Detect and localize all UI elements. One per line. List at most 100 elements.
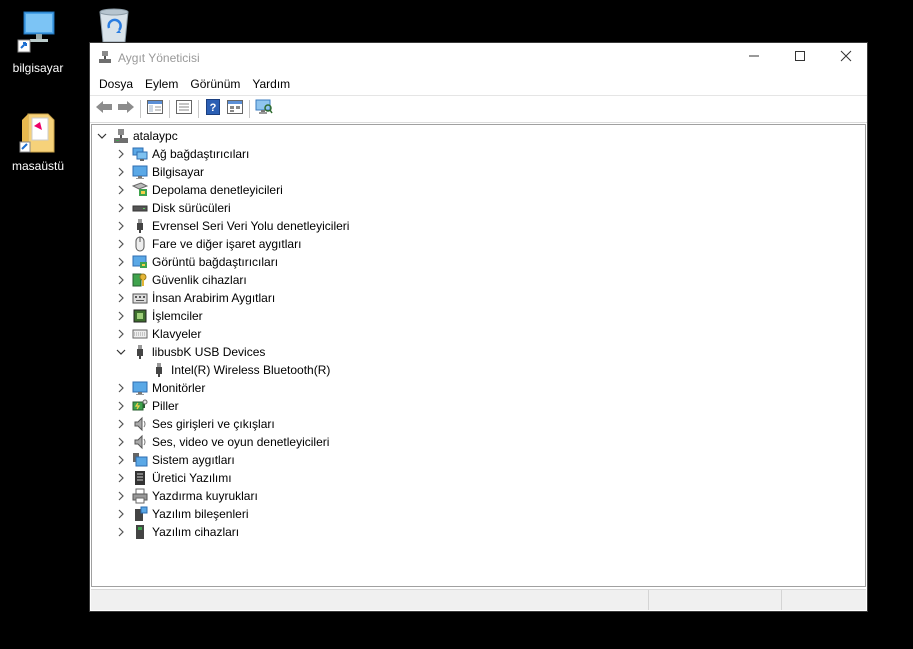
display-adapter-icon <box>132 254 148 270</box>
show-hide-console-tree-button[interactable] <box>144 98 166 120</box>
desktop-icon-recycle-bin[interactable] <box>76 8 152 45</box>
console-view-icon <box>227 99 243 119</box>
tree-item-processors[interactable]: İşlemciler <box>114 307 203 325</box>
tree-item-intel-bluetooth[interactable]: Intel(R) Wireless Bluetooth(R) <box>133 361 330 379</box>
chevron-right-icon[interactable] <box>114 289 128 307</box>
console-view-button[interactable] <box>224 98 246 120</box>
forward-button[interactable] <box>115 98 137 120</box>
chevron-right-icon[interactable] <box>114 433 128 451</box>
software-device-icon <box>132 524 148 540</box>
chevron-right-icon[interactable] <box>114 235 128 253</box>
tree-item-network-adapters[interactable]: Ağ bağdaştırıcıları <box>114 145 249 163</box>
tree-item-monitors[interactable]: Monitörler <box>114 379 205 397</box>
tree-item-keyboards[interactable]: Klavyeler <box>114 325 201 343</box>
chevron-right-icon[interactable] <box>114 271 128 289</box>
chevron-down-icon[interactable] <box>114 343 128 361</box>
desktop-icon-label: masaüstü <box>11 159 65 173</box>
tree-item-hid[interactable]: İnsan Arabirim Aygıtları <box>114 289 275 307</box>
tree-item-software-devices[interactable]: Yazılım cihazları <box>114 523 239 541</box>
tree-item-libusbk[interactable]: libusbK USB Devices <box>114 343 265 361</box>
toolbar-separator <box>140 100 141 118</box>
tree-root[interactable]: atalaypc <box>95 127 178 145</box>
tree-item-disk-drives[interactable]: Disk sürücüleri <box>114 199 231 217</box>
tree-item-software-components[interactable]: Yazılım bileşenleri <box>114 505 248 523</box>
properties-button[interactable] <box>173 98 195 120</box>
tree-item-security-devices[interactable]: Güvenlik cihazları <box>114 271 247 289</box>
tree-item-usb-controllers[interactable]: Evrensel Seri Veri Yolu denetleyicileri <box>114 217 349 235</box>
chevron-right-icon[interactable] <box>114 181 128 199</box>
scan-hardware-icon <box>255 99 273 120</box>
chevron-right-icon[interactable] <box>114 379 128 397</box>
firmware-icon <box>132 470 148 486</box>
tree-item-mice[interactable]: Fare ve diğer işaret aygıtları <box>114 235 301 253</box>
toolbar: ? <box>90 95 867 123</box>
tree-item-computer[interactable]: Bilgisayar <box>114 163 204 181</box>
tree-item-label: Disk sürücüleri <box>152 201 231 215</box>
disk-drive-icon <box>132 200 148 216</box>
chevron-right-icon[interactable] <box>114 451 128 469</box>
chevron-right-icon[interactable] <box>114 307 128 325</box>
chevron-right-icon[interactable] <box>114 163 128 181</box>
tree-item-audio-io[interactable]: Ses girişleri ve çıkışları <box>114 415 275 433</box>
tree-item-label: libusbK USB Devices <box>152 345 266 359</box>
chevron-right-icon[interactable] <box>114 217 128 235</box>
menu-view[interactable]: Görünüm <box>184 73 246 95</box>
menu-action[interactable]: Eylem <box>139 73 184 95</box>
tree-item-sound-video-game[interactable]: Ses, video ve oyun denetleyicileri <box>114 433 329 451</box>
chevron-right-icon[interactable] <box>114 253 128 271</box>
chevron-right-icon[interactable] <box>114 415 128 433</box>
tree-item-firmware[interactable]: Üretici Yazılımı <box>114 469 232 487</box>
toolbar-separator <box>169 100 170 118</box>
menu-bar: Dosya Eylem Görünüm Yardım <box>90 73 867 95</box>
desktop-icon-folder[interactable]: masaüstü <box>0 112 76 173</box>
tree-item-label: Görüntü bağdaştırıcıları <box>152 255 279 269</box>
chevron-right-icon[interactable] <box>114 325 128 343</box>
folder-icon <box>18 113 58 157</box>
menu-file[interactable]: Dosya <box>93 73 139 95</box>
chevron-right-icon[interactable] <box>114 397 128 415</box>
device-manager-icon <box>98 50 112 69</box>
toolbar-separator <box>198 100 199 118</box>
tree-item-system-devices[interactable]: Sistem aygıtları <box>114 451 235 469</box>
mouse-icon <box>132 236 148 252</box>
computer-icon <box>16 11 60 59</box>
close-button[interactable] <box>823 43 869 73</box>
tree-item-batteries[interactable]: Piller <box>114 397 179 415</box>
monitor-icon <box>132 380 148 396</box>
system-devices-icon <box>132 452 148 468</box>
maximize-button[interactable] <box>777 43 823 73</box>
network-adapter-icon <box>132 146 148 162</box>
minimize-button[interactable] <box>731 43 777 73</box>
device-manager-window: Aygıt Yöneticisi Dosya Eylem Görünüm Yar… <box>89 42 868 612</box>
chevron-down-icon[interactable] <box>95 127 109 145</box>
tree-item-label: Üretici Yazılımı <box>152 471 232 485</box>
chevron-right-icon[interactable] <box>114 523 128 541</box>
device-tree[interactable]: atalaypc Ağ bağdaştırıcıları Bilgisayar … <box>91 124 866 587</box>
show-hide-console-tree-icon <box>147 99 163 119</box>
tree-item-display-adapters[interactable]: Görüntü bağdaştırıcıları <box>114 253 278 271</box>
chevron-right-icon[interactable] <box>114 487 128 505</box>
usb-icon <box>132 218 148 234</box>
tree-item-print-queues[interactable]: Yazdırma kuyrukları <box>114 487 258 505</box>
menu-help[interactable]: Yardım <box>246 73 296 95</box>
back-button[interactable] <box>93 98 115 120</box>
chevron-right-icon[interactable] <box>114 199 128 217</box>
tree-root-label: atalaypc <box>133 129 178 143</box>
speaker-icon <box>132 434 148 450</box>
tree-item-label: Güvenlik cihazları <box>152 273 247 287</box>
desktop-icon-computer[interactable]: bilgisayar <box>0 10 76 75</box>
printer-icon <box>132 488 148 504</box>
title-bar[interactable]: Aygıt Yöneticisi <box>90 43 867 73</box>
status-bar <box>91 589 866 610</box>
tree-item-label: Yazdırma kuyrukları <box>152 489 258 503</box>
speaker-icon <box>132 416 148 432</box>
chevron-right-icon[interactable] <box>114 145 128 163</box>
monitor-icon <box>132 164 148 180</box>
chevron-right-icon[interactable] <box>114 469 128 487</box>
scan-hardware-button[interactable] <box>253 98 275 120</box>
tree-item-storage-controllers[interactable]: Depolama denetleyicileri <box>114 181 283 199</box>
tree-item-label: Klavyeler <box>152 327 202 341</box>
help-button[interactable]: ? <box>202 98 224 120</box>
chevron-right-icon[interactable] <box>114 505 128 523</box>
